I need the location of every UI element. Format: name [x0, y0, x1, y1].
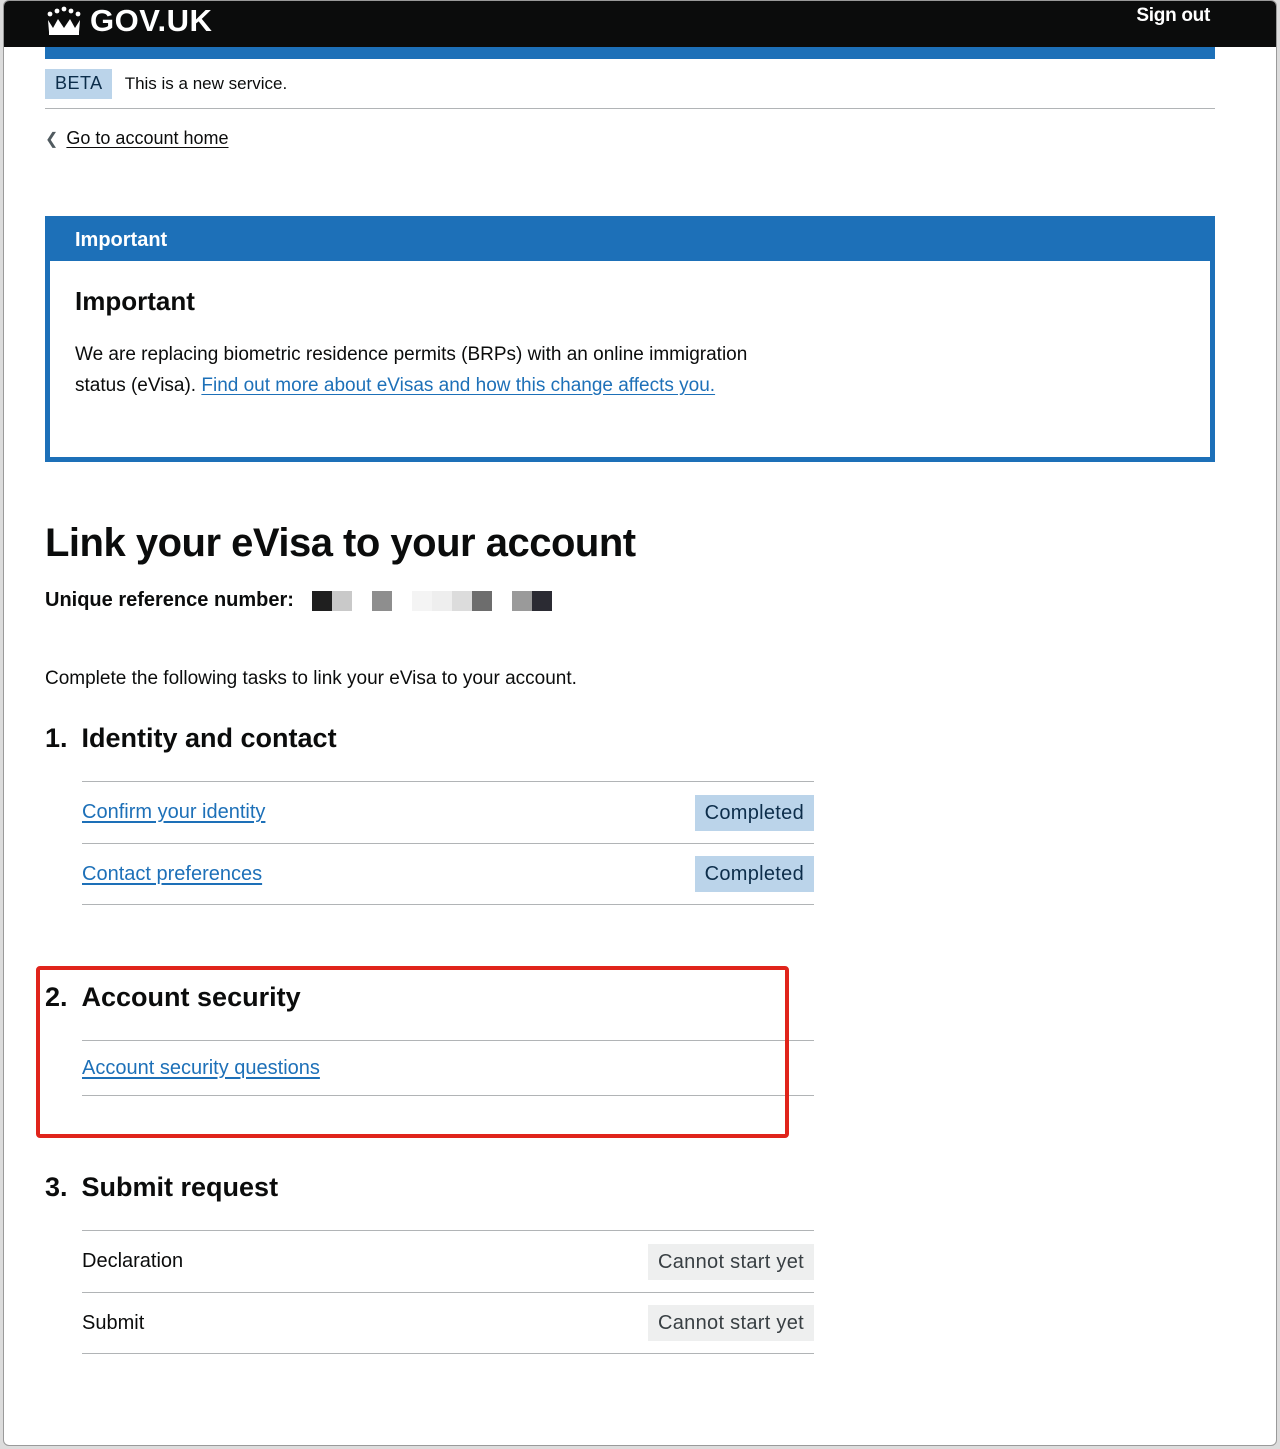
evisa-info-link[interactable]: Find out more about eVisas and how this …: [201, 375, 715, 396]
task-list-identity: Confirm your identity Completed Contact …: [82, 781, 814, 905]
phase-text: This is a new service.: [124, 74, 288, 93]
govuk-logo[interactable]: GOV.UK: [44, 1, 212, 41]
phase-banner: BETA This is a new service.: [45, 69, 1215, 109]
section-number: 3.: [45, 1172, 68, 1202]
status-badge: Completed: [694, 856, 814, 892]
section-title: Submit request: [81, 1172, 279, 1202]
crown-icon: [47, 6, 81, 35]
task-list-submit: Declaration Cannot start yet Submit Cann…: [82, 1230, 814, 1354]
contact-preferences-link[interactable]: Contact preferences: [82, 863, 262, 886]
notification-text: We are replacing biometric residence per…: [75, 339, 765, 401]
sign-out-link[interactable]: Sign out: [1136, 5, 1210, 27]
task-row: Submit Cannot start yet: [82, 1292, 814, 1354]
declaration-task: Declaration: [82, 1250, 184, 1272]
page-title: Link your eVisa to your account: [45, 521, 636, 565]
notification-body: Important We are replacing biometric res…: [50, 261, 1210, 457]
status-badge: Cannot start yet: [648, 1305, 814, 1341]
site-header: GOV.UK Sign out: [4, 1, 1276, 47]
notification-heading: Important: [75, 286, 195, 316]
reference-number: Unique reference number:: [45, 589, 552, 612]
status-badge: Cannot start yet: [648, 1243, 814, 1280]
section-number: 1.: [45, 723, 68, 753]
header-blue-bar: [45, 47, 1215, 59]
back-link-container: ❮ Go to account home: [45, 128, 229, 149]
section-heading-submit: 3. Submit request: [45, 1172, 278, 1203]
chevron-left-icon: ❮: [45, 130, 59, 148]
beta-tag: BETA: [45, 69, 112, 99]
notification-banner: Important Important We are replacing bio…: [45, 216, 1215, 462]
section-heading-identity: 1. Identity and contact: [45, 723, 337, 754]
task-row: Contact preferences Completed: [82, 843, 814, 905]
status-badge: Completed: [694, 794, 814, 831]
reference-label: Unique reference number:: [45, 589, 294, 611]
confirm-identity-link[interactable]: Confirm your identity: [82, 801, 265, 824]
reference-value-redacted: [311, 590, 552, 611]
intro-text: Complete the following tasks to link you…: [45, 668, 577, 689]
page-frame: GOV.UK Sign out BETA This is a new servi…: [3, 0, 1277, 1446]
back-link[interactable]: Go to account home: [66, 128, 228, 149]
section-title: Identity and contact: [81, 723, 337, 753]
task-row: Declaration Cannot start yet: [82, 1230, 814, 1292]
submit-task: Submit: [82, 1311, 145, 1334]
notification-title: Important: [75, 229, 168, 251]
task-row: Confirm your identity Completed: [82, 781, 814, 843]
logo-text: GOV.UK: [90, 3, 213, 38]
highlight-annotation-box: [36, 966, 789, 1138]
